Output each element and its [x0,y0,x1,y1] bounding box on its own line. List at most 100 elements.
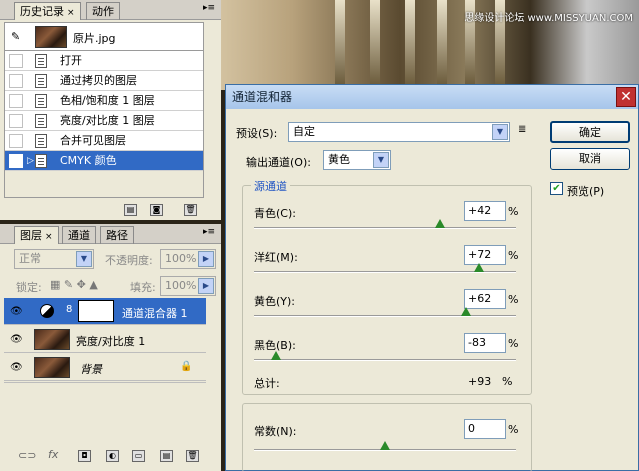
slider-knob[interactable] [474,263,485,272]
trash-icon[interactable]: 🗑 [184,204,197,216]
layer-row-channel-mixer[interactable]: 👁 8 通道混合器 1 [4,298,206,325]
mask-icon[interactable]: ◘ [78,450,91,462]
layers-footer: ⊂⊃ fx ◘ ◐ ▭ ▤ 🗑 [14,448,214,466]
tab-layers[interactable]: 图层 × [14,226,59,244]
history-step-label: 打开 [60,54,82,67]
link-layers-icon[interactable]: ⊂⊃ [18,449,36,462]
total-unit: % [502,375,513,388]
fx-icon[interactable]: fx [48,448,58,461]
brush-source-checkbox[interactable] [9,94,23,108]
history-step[interactable]: 通过拷贝的图层 [5,71,203,91]
preview-checkbox[interactable]: ✔ [550,182,563,195]
tab-paths[interactable]: 路径 [100,226,134,244]
preset-select[interactable]: 自定 ▼ [288,122,510,142]
history-snapshot[interactable]: ✎ 原片.jpg [5,23,203,51]
history-step-label: 合并可见图层 [60,134,126,147]
history-step-label: 通过拷贝的图层 [60,74,137,87]
constant-input[interactable]: 0 [464,419,506,439]
preset-value: 自定 [293,125,315,138]
link-icon[interactable]: 8 [66,304,72,315]
history-step[interactable]: 打开 [5,51,203,71]
slider-knob[interactable] [435,219,446,228]
history-step-label: CMYK 颜色 [60,154,117,167]
eye-icon[interactable]: 👁 [10,362,23,373]
preset-label: 预设(S): [236,127,278,140]
layers-empty-area [4,382,206,444]
slider-value-input[interactable]: -83 [464,333,506,353]
layer-row-background[interactable]: 👁 背景 🔒 [4,354,206,381]
close-icon[interactable]: × [45,232,53,242]
snapshot-thumbnail [35,26,67,48]
layer-mask-thumbnail[interactable] [78,300,114,322]
slider-value-input[interactable]: +72 [464,245,506,265]
layers-panel: 图层 × 通道 路径 ▸≡ 正常 ▼ 不透明度: 100% ▶ 锁定: ▦ ✎ ✥ ▲… [0,224,221,471]
document-icon [35,54,47,68]
brush-source-checkbox[interactable] [9,74,23,88]
slider-value-input[interactable]: +62 [464,289,506,309]
chevron-down-icon: ▼ [492,124,508,140]
opacity-value: 100% [165,252,197,265]
chevron-down-icon: ▼ [76,251,92,267]
history-footer: ▤ ◙ 🗑 [100,202,210,220]
dialog-titlebar: 通道混和器 ✕ [226,85,638,109]
blend-mode-select[interactable]: 正常 ▼ [14,249,94,269]
lock-icons[interactable]: ▦ ✎ ✥ ▲ [50,278,98,291]
close-icon[interactable]: × [67,8,75,18]
slider-track[interactable] [254,315,516,317]
trash-icon[interactable]: 🗑 [186,450,199,462]
photo-detail [370,0,380,86]
fill-field[interactable]: 100% ▶ [160,276,216,296]
document-icon [35,154,47,168]
tab-history[interactable]: 历史记录 × [14,2,81,20]
adjustment-icon[interactable]: ◐ [106,450,119,462]
constant-slider-knob[interactable] [380,441,390,450]
layer-thumbnail [34,329,70,350]
layer-name: 背景 [80,363,102,376]
tab-history-label: 历史记录 [20,5,64,18]
history-step[interactable]: 亮度/对比度 1 图层 [5,111,203,131]
slider-track[interactable] [254,359,516,361]
history-step[interactable]: 色相/饱和度 1 图层 [5,91,203,111]
dialog-title: 通道混和器 [232,90,293,104]
new-layer-icon[interactable]: ▤ [160,450,173,462]
chevron-right-icon[interactable]: ▶ [198,251,214,267]
panel-menu-icon[interactable]: ▸≡ [203,227,215,237]
brush-source-icon[interactable]: ✎ [11,30,20,43]
panel-menu-icon[interactable]: ▸≡ [203,3,215,13]
slider-unit: % [508,293,519,306]
preview-label[interactable]: 预览(P) [567,183,604,199]
eye-icon[interactable]: 👁 [10,334,23,345]
snapshot-label: 原片.jpg [73,32,116,45]
tab-channels[interactable]: 通道 [62,226,96,244]
brush-source-checkbox[interactable] [9,54,23,68]
slider-label: 黄色(Y): [254,295,296,308]
slider-track[interactable] [254,227,516,229]
opacity-field[interactable]: 100% ▶ [160,249,216,269]
tab-actions[interactable]: 动作 [86,2,120,20]
tab-layers-label: 图层 [20,229,42,242]
output-channel-select[interactable]: 黄色 ▼ [323,150,391,170]
slider-knob[interactable] [461,307,472,316]
lock-icon: 🔒 [180,361,193,372]
new-document-icon[interactable]: ▤ [124,204,137,216]
layer-thumbnail [34,357,70,378]
slider-value-input[interactable]: +42 [464,201,506,221]
history-step-selected[interactable]: ▷ CMYK 颜色 [5,151,203,171]
ok-button[interactable]: 确定 [550,121,630,143]
preset-options-icon[interactable]: ≣ [518,124,526,135]
folder-icon[interactable]: ▭ [132,450,145,462]
brush-source-checkbox[interactable] [9,134,23,148]
history-step[interactable]: 合并可见图层 [5,131,203,151]
history-list: ✎ 原片.jpg 打开 通过拷贝的图层 色相/饱和度 1 图层 亮度/对比度 1… [4,22,204,198]
close-icon[interactable]: ✕ [616,87,636,107]
snapshot-icon[interactable]: ◙ [150,204,163,216]
slider-knob[interactable] [271,351,282,360]
chevron-right-icon[interactable]: ▶ [198,278,214,294]
history-state-slider-icon[interactable]: ▷ [27,151,34,171]
brush-source-checkbox[interactable] [9,154,23,168]
layer-row-brightness[interactable]: 👁 亮度/对比度 1 [4,326,206,353]
eye-icon[interactable]: 👁 [10,306,23,317]
total-label: 总计: [254,377,280,390]
brush-source-checkbox[interactable] [9,114,23,128]
cancel-button[interactable]: 取消 [550,148,630,170]
